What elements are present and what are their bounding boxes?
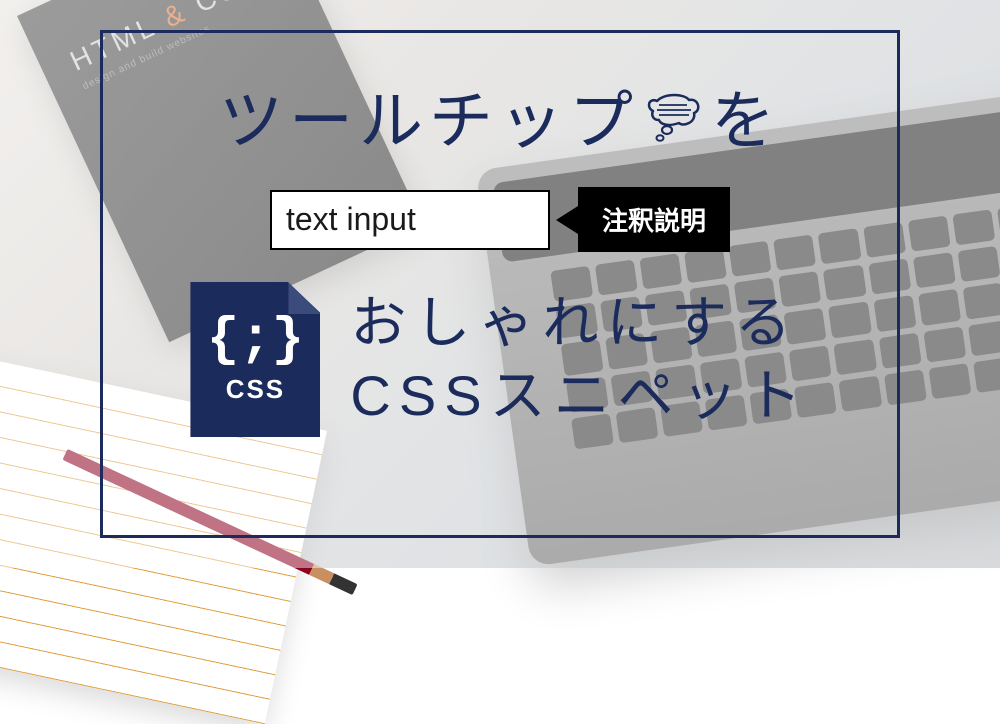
text-input-value: text input	[286, 201, 416, 238]
heading-line-3: CSSスニペット	[350, 360, 809, 433]
main-content: ツールチップ を text input 注釈説明 {;} CSS	[0, 0, 1000, 568]
heading-block-2: おしゃれにする CSSスニペット	[350, 287, 809, 433]
text-input-example: text input	[270, 190, 550, 250]
file-fold-corner	[288, 282, 320, 314]
tooltip-label: 注釈説明	[602, 206, 706, 236]
css-label-text: CSS	[226, 374, 285, 405]
thought-bubble-icon	[645, 89, 705, 144]
heading-text-tooltip: ツールチップ	[219, 70, 639, 162]
css-braces-glyph: {;}	[207, 314, 304, 368]
input-tooltip-row: text input 注釈説明	[270, 187, 730, 252]
heading-text-wo: を	[711, 70, 781, 162]
heading-line-2: おしゃれにする	[350, 287, 809, 360]
tooltip-annotation: 注釈説明	[578, 187, 730, 252]
bottom-section: {;} CSS おしゃれにする CSSスニペット	[190, 282, 809, 437]
css-file-icon: {;} CSS	[190, 282, 320, 437]
heading-line-1: ツールチップ を	[219, 70, 781, 162]
